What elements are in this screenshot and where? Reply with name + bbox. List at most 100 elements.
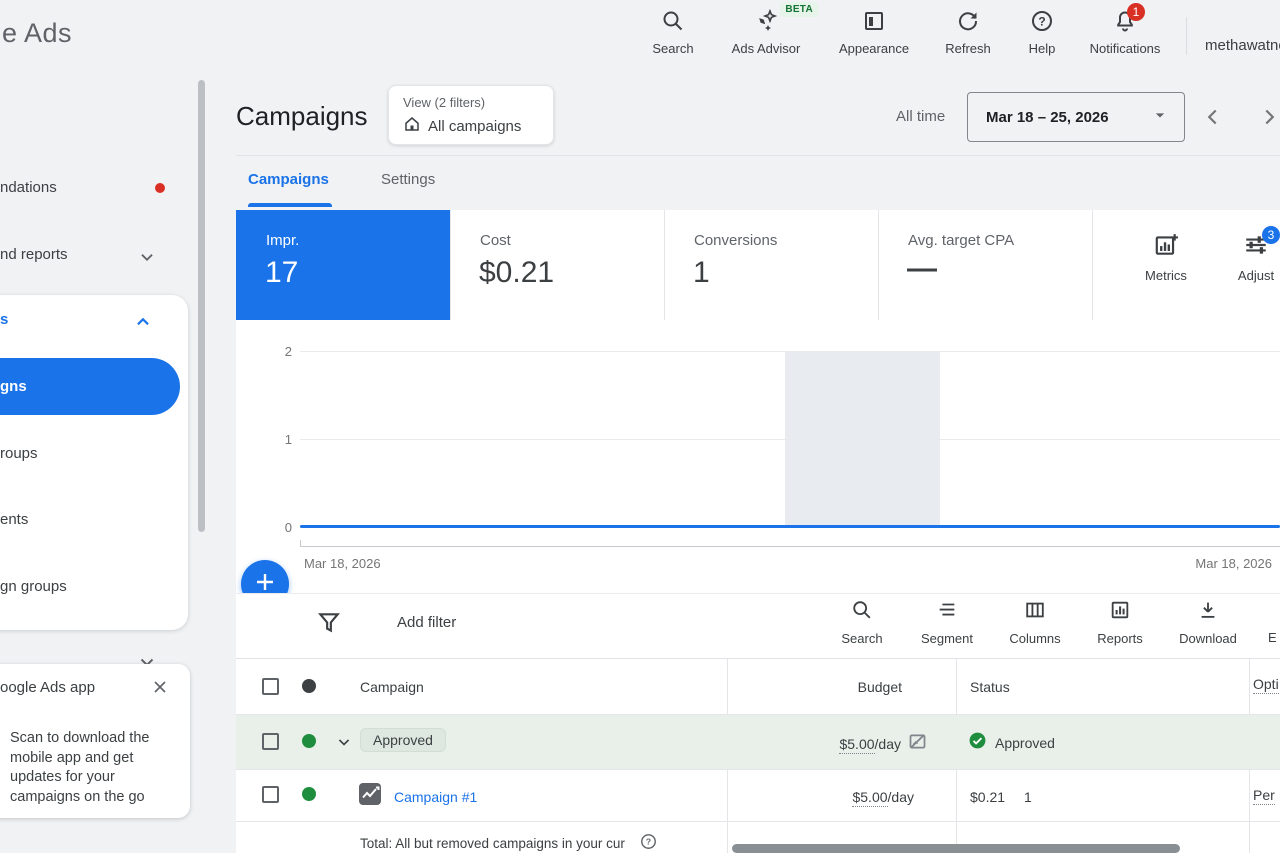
segment-button[interactable]: Segment — [912, 599, 982, 646]
close-icon[interactable] — [150, 677, 170, 702]
question-circle-icon[interactable]: ? — [640, 833, 657, 853]
account-name[interactable]: methawatno — [1205, 37, 1280, 54]
scorecard-impressions-label: Impr. — [266, 232, 299, 249]
row-checkbox[interactable] — [262, 786, 279, 803]
sidebar-item-recommendations[interactable]: ndations — [0, 179, 57, 196]
view-filter-chip[interactable]: View (2 filters) All campaigns — [388, 85, 554, 145]
row-conversions-value: 1 — [1024, 789, 1032, 805]
scorecard-conversions[interactable]: Conversions 1 — [664, 210, 878, 320]
campaign-name-link[interactable]: Campaign #1 — [394, 789, 477, 805]
select-all-checkbox[interactable] — [262, 678, 279, 695]
date-next-button[interactable] — [1256, 104, 1280, 135]
sidebar-item-insights-reports[interactable]: nd reports — [0, 246, 68, 263]
segment-label: Segment — [921, 631, 973, 646]
tab-settings[interactable]: Settings — [381, 171, 435, 188]
sidebar-item-ad-groups[interactable]: roups — [0, 445, 38, 462]
sidebar-section-campaigns[interactable]: s — [0, 311, 8, 328]
header-divider — [236, 155, 1280, 156]
chart-x-axis — [300, 546, 1280, 547]
row-cost-value: $0.21 — [970, 789, 1005, 805]
appearance-icon — [862, 9, 886, 38]
adjust-label: Adjust — [1238, 268, 1274, 283]
card-divider — [664, 210, 665, 320]
active-tab-indicator — [248, 203, 332, 207]
performance-chart: 2 1 0 Mar 18, 2026 Mar 18, 2026 — [236, 320, 1280, 593]
expand-button[interactable]: E — [1268, 630, 1277, 645]
column-header-campaign[interactable]: Campaign — [360, 679, 424, 695]
broken-image-icon — [907, 731, 928, 757]
scorecard-cost[interactable]: Cost $0.21 — [450, 210, 664, 320]
ads-advisor-sparkle-icon — [754, 9, 778, 38]
search-icon — [851, 599, 873, 626]
table-search-label: Search — [841, 631, 882, 646]
view-filter-value: All campaigns — [428, 118, 521, 135]
sidebar-scrollbar[interactable] — [198, 80, 205, 532]
topbar-search-button[interactable]: Search — [623, 9, 723, 56]
table-toolbar: Add filter Search Segment Columns Report… — [236, 593, 1280, 659]
beta-badge: BETA — [780, 2, 818, 17]
sidebar-item-ads[interactable]: ents — [0, 511, 28, 528]
column-header-status[interactable]: Status — [970, 679, 1010, 695]
google-ads-app-promo-card: oogle Ads app Scan to download the mobil… — [0, 664, 190, 818]
approved-filter-chip[interactable]: Approved — [360, 728, 446, 752]
topbar-ads-advisor-button[interactable]: BETA Ads Advisor — [716, 9, 816, 56]
x-label-end: Mar 18, 2026 — [1116, 556, 1272, 571]
gridline-1 — [300, 439, 1280, 440]
scorecard-cost-label: Cost — [480, 232, 511, 249]
scorecard-impressions-value: 17 — [265, 256, 298, 290]
app-card-text-line: campaigns on the go — [10, 788, 149, 808]
chevron-down-icon[interactable] — [136, 246, 158, 273]
reports-label: Reports — [1097, 631, 1143, 646]
date-range-picker[interactable]: Mar 18 – 25, 2026 — [967, 92, 1185, 142]
topbar-refresh-label: Refresh — [945, 41, 991, 56]
scorecard-conversions-label: Conversions — [694, 232, 777, 249]
app-card-text-line: Scan to download the — [10, 729, 149, 749]
topbar-notifications-button[interactable]: 1 Notifications — [1075, 9, 1175, 56]
row-budget-suffix: /day — [888, 789, 914, 805]
topbar-appearance-button[interactable]: Appearance — [824, 9, 924, 56]
metrics-button[interactable]: Metrics — [1131, 232, 1201, 283]
add-filter-button[interactable]: Add filter — [397, 614, 456, 631]
scorecard-avg-target-cpa[interactable]: Avg. target CPA — — [878, 210, 1092, 320]
date-range-value: Mar 18 – 25, 2026 — [986, 109, 1109, 126]
date-preset-label: All time — [896, 108, 945, 125]
horizontal-scrollbar[interactable] — [732, 844, 1180, 853]
column-header-budget[interactable]: Budget — [676, 679, 902, 695]
y-tick-2: 2 — [266, 344, 292, 359]
column-header-optimization[interactable]: Opti — [1253, 676, 1279, 694]
group-budget-cell[interactable]: $5.00/day — [676, 731, 928, 757]
y-tick-1: 1 — [266, 432, 292, 447]
svg-text:?: ? — [1038, 15, 1045, 29]
sidebar-item-campaigns-active[interactable]: gns — [0, 358, 180, 415]
collapse-group-chevron-icon[interactable] — [334, 732, 354, 757]
scorecard-strip: Impr. 17 Cost $0.21 Conversions 1 Avg. t… — [236, 210, 1280, 321]
table-total-row-label: Total: All but removed campaigns in your… — [360, 836, 625, 851]
chevron-up-icon[interactable] — [132, 311, 154, 338]
page-title: Campaigns — [236, 101, 368, 132]
app-card-text-line: mobile app and get — [10, 749, 149, 769]
card-divider — [878, 210, 879, 320]
table-search-button[interactable]: Search — [827, 599, 897, 646]
columns-button[interactable]: Columns — [1000, 599, 1070, 646]
columns-label: Columns — [1009, 631, 1060, 646]
row-checkbox[interactable] — [262, 733, 279, 750]
download-button[interactable]: Download — [1173, 599, 1243, 646]
tab-campaigns[interactable]: Campaigns — [248, 171, 329, 188]
date-prev-button[interactable] — [1200, 104, 1226, 135]
row-budget-cell[interactable]: $5.00/day — [676, 789, 914, 805]
topbar-notifications-label: Notifications — [1090, 41, 1161, 56]
scorecard-cpa-value: — — [907, 252, 937, 286]
add-chart-icon — [1153, 232, 1179, 263]
topbar-help-label: Help — [1029, 41, 1056, 56]
enabled-status-dot — [302, 787, 316, 801]
reports-button[interactable]: Reports — [1085, 599, 1155, 646]
sidebar-item-campaign-groups[interactable]: gn groups — [0, 578, 67, 595]
adjust-count-badge: 3 — [1262, 226, 1280, 244]
google-ads-logo[interactable]: e Ads — [2, 18, 72, 49]
scorecard-conversions-value: 1 — [693, 256, 710, 290]
scorecard-impressions[interactable]: Impr. 17 — [236, 210, 450, 320]
card-divider — [1092, 210, 1093, 320]
filter-funnel-icon[interactable] — [316, 610, 342, 641]
segment-icon — [936, 599, 958, 626]
topbar-search-label: Search — [652, 41, 693, 56]
